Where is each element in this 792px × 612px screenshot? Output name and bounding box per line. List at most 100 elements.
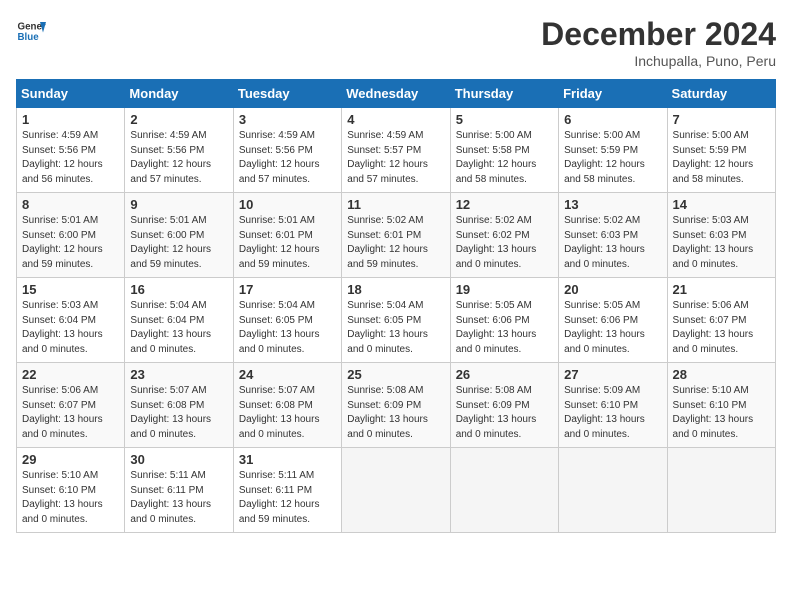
day-info: Sunrise: 5:02 AMSunset: 6:02 PMDaylight:… [456, 214, 553, 272]
day-number: 29 [22, 452, 119, 467]
calendar-week-row: 1Sunrise: 4:59 AMSunset: 5:56 PMDaylight… [17, 108, 776, 193]
table-row: 20Sunrise: 5:05 AMSunset: 6:06 PMDayligh… [559, 278, 667, 363]
day-info: Sunrise: 5:06 AMSunset: 6:07 PMDaylight:… [673, 299, 770, 357]
day-info: Sunrise: 5:04 AMSunset: 6:05 PMDaylight:… [239, 299, 336, 357]
day-info: Sunrise: 5:01 AMSunset: 6:01 PMDaylight:… [239, 214, 336, 272]
day-number: 9 [130, 197, 227, 212]
table-row: 11 Sunrise: 5:02 AMSunset: 6:01 PMDayligh… [342, 193, 450, 278]
calendar-week-row: 8Sunrise: 5:01 AMSunset: 6:00 PMDaylight… [17, 193, 776, 278]
day-info: Sunrise: 5:02 AMSunset: 6:03 PMDaylight:… [564, 214, 661, 272]
title-area: December 2024 Inchupalla, Puno, Peru [541, 16, 776, 69]
day-number: 13 [564, 197, 661, 212]
day-info: Sunrise: 5:07 AMSunset: 6:08 PMDaylight:… [130, 384, 227, 442]
day-info: Sunrise: 5:06 AMSunset: 6:07 PMDaylight:… [22, 384, 119, 442]
table-row: 4 Sunrise: 4:59 AMSunset: 5:57 PMDaylight… [342, 108, 450, 193]
table-row: 25 Sunrise: 5:08 AMSunset: 6:09 PMDayligh… [342, 363, 450, 448]
day-number: 28 [673, 367, 770, 382]
day-number: 10 [239, 197, 336, 212]
day-number: 18 [347, 282, 444, 297]
day-info: Sunrise: 4:59 AMSunset: 5:57 PMDaylight:… [347, 129, 444, 187]
table-row: 19Sunrise: 5:05 AMSunset: 6:06 PMDayligh… [450, 278, 558, 363]
day-info: Sunrise: 5:04 AMSunset: 6:05 PMDaylight:… [347, 299, 444, 357]
weekday-header-monday: Monday [125, 80, 233, 108]
day-info: Sunrise: 4:59 AMSunset: 5:56 PMDaylight:… [239, 129, 336, 187]
table-row: 17 Sunrise: 5:04 AMSunset: 6:05 PMDayligh… [233, 278, 341, 363]
day-info: Sunrise: 5:03 AMSunset: 6:04 PMDaylight:… [22, 299, 119, 357]
day-info: Sunrise: 5:08 AMSunset: 6:09 PMDaylight:… [456, 384, 553, 442]
day-number: 2 [130, 112, 227, 127]
weekday-header-wednesday: Wednesday [342, 80, 450, 108]
weekday-header-row: SundayMondayTuesdayWednesdayThursdayFrid… [17, 80, 776, 108]
weekday-header-friday: Friday [559, 80, 667, 108]
table-row: 29 Sunrise: 5:10 AMSunset: 6:10 PMDayligh… [17, 448, 125, 533]
table-row: 15 Sunrise: 5:03 AMSunset: 6:04 PMDayligh… [17, 278, 125, 363]
day-info: Sunrise: 5:02 AMSunset: 6:01 PMDaylight:… [347, 214, 444, 272]
svg-text:Blue: Blue [18, 32, 40, 43]
day-number: 12 [456, 197, 553, 212]
header: General Blue December 2024 Inchupalla, P… [16, 16, 776, 69]
table-row: 13 Sunrise: 5:02 AMSunset: 6:03 PMDayligh… [559, 193, 667, 278]
table-row: 14Sunrise: 5:03 AMSunset: 6:03 PMDayligh… [667, 193, 775, 278]
weekday-header-tuesday: Tuesday [233, 80, 341, 108]
table-row: 2 Sunrise: 4:59 AMSunset: 5:56 PMDaylight… [125, 108, 233, 193]
day-number: 31 [239, 452, 336, 467]
day-number: 23 [130, 367, 227, 382]
calendar-table: SundayMondayTuesdayWednesdayThursdayFrid… [16, 79, 776, 533]
day-info: Sunrise: 5:11 AMSunset: 6:11 PMDaylight:… [130, 469, 227, 527]
day-info: Sunrise: 5:00 AMSunset: 5:59 PMDaylight:… [564, 129, 661, 187]
day-number: 4 [347, 112, 444, 127]
weekday-header-thursday: Thursday [450, 80, 558, 108]
table-row: 26 Sunrise: 5:08 AMSunset: 6:09 PMDayligh… [450, 363, 558, 448]
day-number: 27 [564, 367, 661, 382]
table-row: 18 Sunrise: 5:04 AMSunset: 6:05 PMDayligh… [342, 278, 450, 363]
table-row: 9 Sunrise: 5:01 AMSunset: 6:00 PMDaylight… [125, 193, 233, 278]
day-info: Sunrise: 5:10 AMSunset: 6:10 PMDaylight:… [22, 469, 119, 527]
day-info: Sunrise: 5:08 AMSunset: 6:09 PMDaylight:… [347, 384, 444, 442]
table-row [342, 448, 450, 533]
table-row: 28Sunrise: 5:10 AMSunset: 6:10 PMDayligh… [667, 363, 775, 448]
weekday-header-sunday: Sunday [17, 80, 125, 108]
day-number: 22 [22, 367, 119, 382]
table-row: 21 Sunrise: 5:06 AMSunset: 6:07 PMDayligh… [667, 278, 775, 363]
table-row: 27Sunrise: 5:09 AMSunset: 6:10 PMDayligh… [559, 363, 667, 448]
day-info: Sunrise: 5:01 AMSunset: 6:00 PMDaylight:… [130, 214, 227, 272]
table-row: 16Sunrise: 5:04 AMSunset: 6:04 PMDayligh… [125, 278, 233, 363]
table-row: 5 Sunrise: 5:00 AMSunset: 5:58 PMDaylight… [450, 108, 558, 193]
weekday-header-saturday: Saturday [667, 80, 775, 108]
day-number: 6 [564, 112, 661, 127]
table-row: 31 Sunrise: 5:11 AMSunset: 6:11 PMDayligh… [233, 448, 341, 533]
day-number: 17 [239, 282, 336, 297]
table-row: 10 Sunrise: 5:01 AMSunset: 6:01 PMDayligh… [233, 193, 341, 278]
day-info: Sunrise: 5:03 AMSunset: 6:03 PMDaylight:… [673, 214, 770, 272]
month-title: December 2024 [541, 16, 776, 53]
day-info: Sunrise: 5:01 AMSunset: 6:00 PMDaylight:… [22, 214, 119, 272]
day-info: Sunrise: 5:11 AMSunset: 6:11 PMDaylight:… [239, 469, 336, 527]
calendar-week-row: 29 Sunrise: 5:10 AMSunset: 6:10 PMDayligh… [17, 448, 776, 533]
day-number: 11 [347, 197, 444, 212]
day-info: Sunrise: 5:05 AMSunset: 6:06 PMDaylight:… [456, 299, 553, 357]
calendar-week-row: 15 Sunrise: 5:03 AMSunset: 6:04 PMDayligh… [17, 278, 776, 363]
logo: General Blue [16, 16, 46, 46]
calendar-week-row: 22 Sunrise: 5:06 AMSunset: 6:07 PMDayligh… [17, 363, 776, 448]
day-number: 7 [673, 112, 770, 127]
day-number: 5 [456, 112, 553, 127]
table-row: 3Sunrise: 4:59 AMSunset: 5:56 PMDaylight… [233, 108, 341, 193]
day-info: Sunrise: 5:00 AMSunset: 5:59 PMDaylight:… [673, 129, 770, 187]
table-row: 8Sunrise: 5:01 AMSunset: 6:00 PMDaylight… [17, 193, 125, 278]
table-row [559, 448, 667, 533]
table-row: 6 Sunrise: 5:00 AMSunset: 5:59 PMDaylight… [559, 108, 667, 193]
day-number: 25 [347, 367, 444, 382]
day-number: 26 [456, 367, 553, 382]
day-number: 21 [673, 282, 770, 297]
day-info: Sunrise: 5:00 AMSunset: 5:58 PMDaylight:… [456, 129, 553, 187]
day-number: 24 [239, 367, 336, 382]
table-row: 23 Sunrise: 5:07 AMSunset: 6:08 PMDayligh… [125, 363, 233, 448]
table-row [450, 448, 558, 533]
day-info: Sunrise: 5:07 AMSunset: 6:08 PMDaylight:… [239, 384, 336, 442]
day-info: Sunrise: 4:59 AMSunset: 5:56 PMDaylight:… [22, 129, 119, 187]
day-info: Sunrise: 4:59 AMSunset: 5:56 PMDaylight:… [130, 129, 227, 187]
day-number: 15 [22, 282, 119, 297]
location: Inchupalla, Puno, Peru [541, 53, 776, 69]
table-row [667, 448, 775, 533]
day-number: 16 [130, 282, 227, 297]
